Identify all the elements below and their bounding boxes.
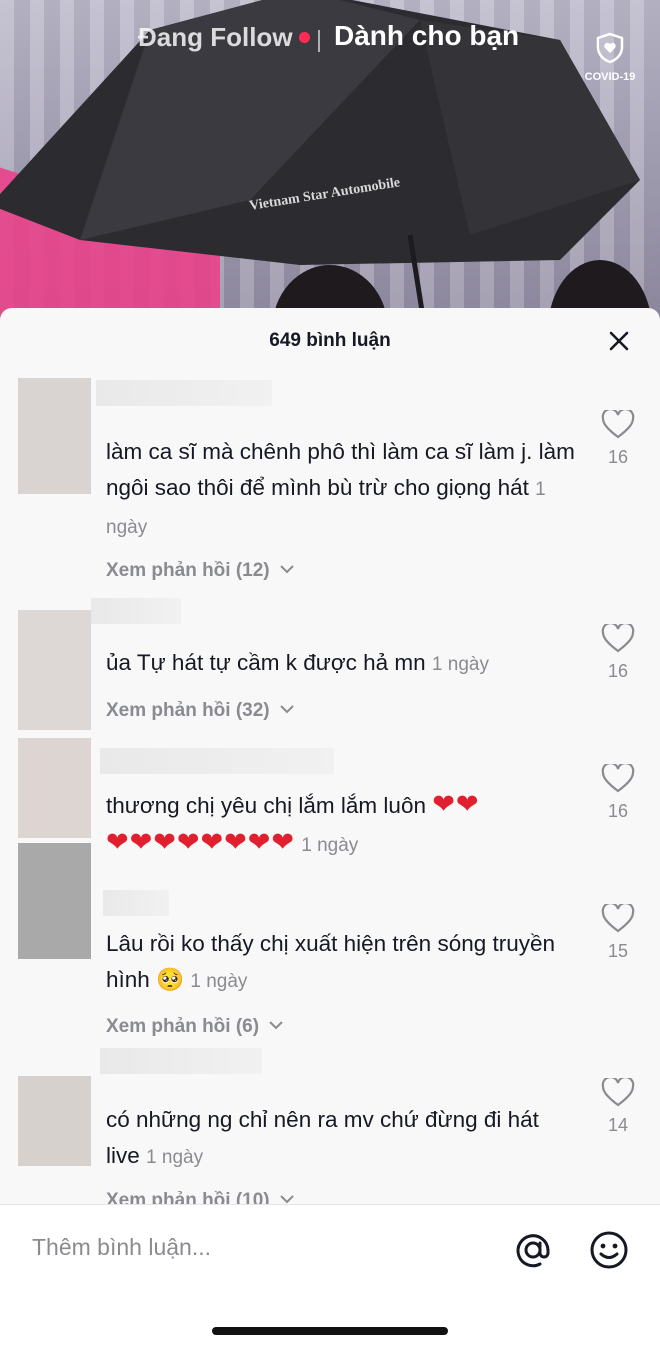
- comment-text: ủa Tự hát tự cầm k được hả mn 1 ngày: [106, 645, 576, 683]
- like-count: 15: [607, 941, 629, 961]
- like-button[interactable]: 14: [598, 1075, 638, 1136]
- like-button[interactable]: 16: [598, 621, 638, 682]
- notification-dot: [299, 32, 310, 43]
- heart-emoji-row: ❤❤❤❤❤❤❤❤: [106, 827, 295, 857]
- pleading-face-emoji: 🥺: [156, 967, 185, 992]
- nav-separator: [318, 30, 320, 52]
- like-count: 16: [607, 661, 629, 681]
- username-redacted[interactable]: [100, 1048, 262, 1074]
- heart-outline-icon: [601, 1075, 635, 1107]
- heart-outline-icon: [601, 901, 635, 933]
- view-replies-button[interactable]: Xem phản hồi (32): [106, 700, 295, 722]
- heart-emoji-row: ❤❤: [432, 789, 480, 819]
- comment-time: 1 ngày: [431, 654, 489, 675]
- view-replies-label: Xem phản hồi (32): [106, 700, 270, 721]
- username-redacted[interactable]: [100, 748, 334, 774]
- comments-header: 649 bình luận: [0, 308, 660, 374]
- view-replies-button[interactable]: Xem phản hồi (12): [106, 560, 295, 582]
- comment-count: 649 bình luận: [269, 330, 391, 351]
- view-replies-button[interactable]: Xem phản hồi (6): [106, 1016, 284, 1038]
- comment-input-bar: [0, 1204, 660, 1351]
- comment-text: làm ca sĩ mà chênh phô thì làm ca sĩ làm…: [106, 434, 576, 546]
- comment-item: có những ng chỉ nên ra mv chứ đừng đi há…: [0, 1048, 660, 1211]
- like-button[interactable]: 15: [598, 901, 638, 962]
- like-button[interactable]: 16: [598, 407, 638, 468]
- tab-for-you[interactable]: Dành cho bạn: [334, 20, 519, 52]
- view-replies-label: Xem phản hồi (12): [106, 560, 270, 581]
- chevron-down-icon: [280, 1195, 294, 1204]
- home-indicator: [212, 1327, 448, 1335]
- tab-following[interactable]: Đang Follow: [138, 22, 293, 53]
- comment-text: Lâu rồi ko thấy chị xuất hiện trên sóng …: [106, 926, 576, 1000]
- comment-time: 1 ngày: [190, 971, 248, 992]
- close-icon[interactable]: [606, 328, 632, 354]
- username-redacted[interactable]: [91, 598, 181, 624]
- comment-text: thương chị yêu chị lắm lắm luôn ❤❤ ❤❤❤❤❤…: [106, 786, 576, 864]
- comment-text: có những ng chỉ nên ra mv chứ đừng đi há…: [106, 1102, 576, 1176]
- avatar[interactable]: [18, 843, 91, 959]
- like-count: 14: [607, 1115, 629, 1135]
- shield-heart-icon: [596, 32, 624, 64]
- like-count: 16: [607, 447, 629, 467]
- avatar[interactable]: [18, 610, 91, 730]
- heart-outline-icon: [601, 621, 635, 653]
- heart-outline-icon: [601, 407, 635, 439]
- comment-body: thương chị yêu chị lắm lắm luôn: [106, 793, 426, 818]
- avatar[interactable]: [18, 738, 91, 838]
- comment-body: làm ca sĩ mà chênh phô thì làm ca sĩ làm…: [106, 439, 575, 500]
- like-button[interactable]: 16: [598, 761, 638, 822]
- comment-item: làm ca sĩ mà chênh phô thì làm ca sĩ làm…: [0, 378, 660, 598]
- username-redacted[interactable]: [96, 380, 272, 406]
- avatar[interactable]: [18, 1076, 91, 1166]
- comment-item: thương chị yêu chị lắm lắm luôn ❤❤ ❤❤❤❤❤…: [0, 738, 660, 878]
- comment-time: 1 ngày: [146, 1147, 204, 1168]
- video-background[interactable]: Vietnam Star Automobile Đang Follow Dành…: [0, 0, 660, 330]
- chevron-down-icon: [280, 565, 294, 574]
- add-comment-input[interactable]: [30, 1233, 474, 1262]
- comment-body: ủa Tự hát tự cầm k được hả mn: [106, 650, 426, 675]
- chevron-down-icon: [280, 705, 294, 714]
- comment-time: 1 ngày: [301, 835, 359, 856]
- covid-label: COVID-19: [584, 71, 636, 83]
- view-replies-label: Xem phản hồi (6): [106, 1016, 260, 1037]
- like-count: 16: [607, 801, 629, 821]
- comment-item: ủa Tự hát tự cầm k được hả mn 1 ngày Xem…: [0, 598, 660, 738]
- comment-item: Lâu rồi ko thấy chị xuất hiện trên sóng …: [0, 843, 660, 1048]
- top-navigation: Đang Follow Dành cho bạn COVID-19: [0, 18, 660, 83]
- avatar[interactable]: [18, 378, 91, 494]
- comments-sheet: 649 bình luận làm ca sĩ mà chênh phô thì…: [0, 308, 660, 1350]
- username-redacted[interactable]: [103, 890, 169, 916]
- at-sign-icon[interactable]: [512, 1229, 554, 1271]
- covid-info-button[interactable]: COVID-19: [576, 32, 644, 83]
- chevron-down-icon: [269, 1021, 284, 1030]
- heart-outline-icon: [601, 761, 635, 793]
- smiley-icon[interactable]: [588, 1229, 630, 1271]
